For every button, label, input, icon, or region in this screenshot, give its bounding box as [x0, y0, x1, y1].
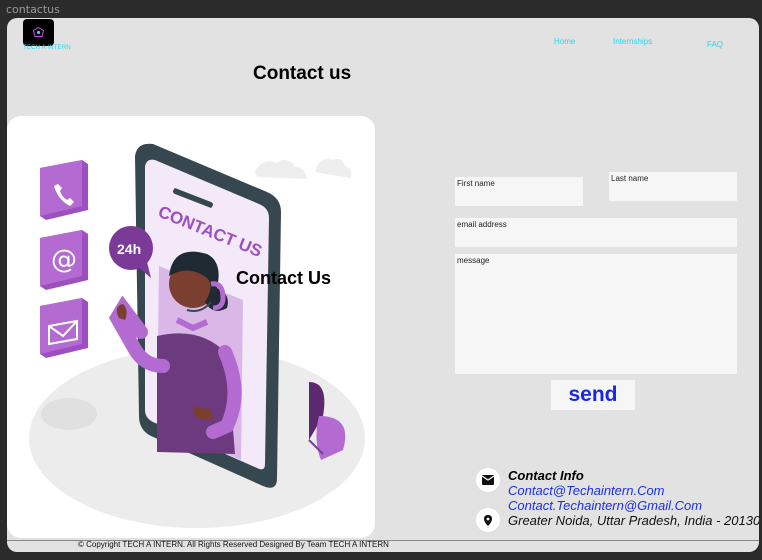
first-name-field[interactable]: First name: [455, 177, 583, 206]
svg-text:@: @: [51, 245, 77, 275]
brand-name: TECH A INTERN: [23, 45, 71, 51]
cloud-icon: [255, 158, 352, 179]
illustration-title: Contact Us: [236, 268, 332, 288]
location-icon-badge: [476, 508, 500, 532]
location-pin-icon: [484, 515, 492, 526]
footer-copyright: © Copyright TECH A INTERN. All Rights Re…: [78, 540, 389, 549]
email-field[interactable]: email address: [455, 218, 737, 247]
at-tile-icon: @: [40, 230, 88, 290]
contact-gmail-link[interactable]: Contact.Techaintern@Gmail.Com: [508, 498, 702, 513]
page-title: Contact us: [253, 63, 352, 84]
nav-faq[interactable]: FAQ: [707, 40, 723, 49]
nav-home[interactable]: Home: [554, 37, 575, 46]
logo-icon: [33, 27, 44, 37]
logo[interactable]: [23, 19, 54, 46]
badge-text: 24h: [117, 241, 141, 257]
contact-email-link[interactable]: Contact@Techaintern.Com: [508, 483, 665, 498]
page-frame: TECH A INTERN Home Internships FAQ Conta…: [7, 18, 759, 552]
envelope-icon-badge: [476, 468, 500, 492]
last-name-field[interactable]: Last name: [609, 172, 737, 201]
send-button[interactable]: send: [551, 380, 635, 410]
message-field[interactable]: message: [455, 254, 737, 374]
last-name-label: Last name: [611, 174, 649, 183]
email-label: email address: [457, 220, 507, 229]
mail-tile-icon: [40, 298, 88, 358]
24h-badge: 24h: [109, 226, 153, 278]
nav-internships[interactable]: Internships: [613, 37, 652, 46]
contact-info-title: Contact Info: [508, 468, 584, 483]
envelope-icon: [482, 475, 494, 485]
illustration-svg: @ CONTACT US 24h: [29, 143, 365, 528]
first-name-label: First name: [457, 179, 495, 188]
contact-illustration: @ CONTACT US 24h: [7, 116, 375, 538]
contact-address: Greater Noida, Uttar Pradesh, India - 20…: [508, 513, 759, 528]
phone-tile-icon: [40, 160, 88, 220]
message-label: message: [457, 256, 490, 265]
window-title: contactus: [6, 3, 60, 16]
